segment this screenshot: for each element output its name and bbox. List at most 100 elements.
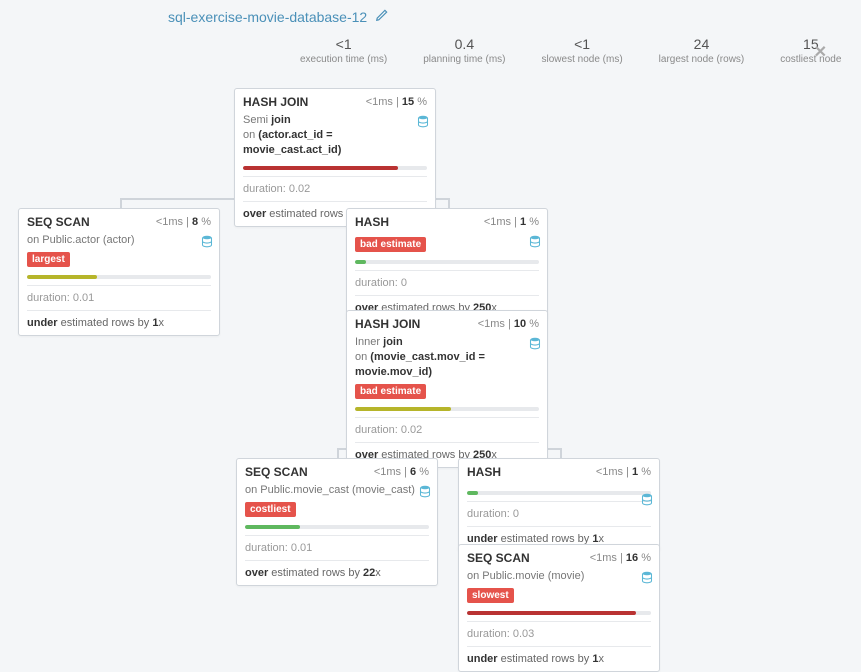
badge-slowest: slowest	[467, 588, 514, 603]
duration-line: duration: 0.02	[243, 183, 427, 195]
duration-bar	[467, 491, 651, 495]
close-icon[interactable]: ✕	[814, 42, 827, 62]
duration-line: duration: 0	[467, 508, 651, 520]
divider	[467, 526, 651, 527]
stat-costliest-node: 15 costliest node	[780, 36, 841, 65]
divider	[467, 646, 651, 647]
duration-bar-fill	[467, 491, 478, 495]
node-header: SEQ SCAN <1ms | 16 %	[459, 545, 659, 569]
duration-line: duration: 0.01	[27, 292, 211, 304]
node-body: Inner join on (movie_cast.mov_id = movie…	[347, 335, 547, 467]
duration-line: duration: 0.03	[467, 628, 651, 640]
badge-largest: largest	[27, 252, 70, 267]
node-title: SEQ SCAN	[245, 465, 308, 479]
node-stats: <1ms | 8 %	[156, 216, 211, 228]
database-icon[interactable]	[419, 485, 431, 499]
plan-node-hash[interactable]: HASH <1ms | 1 % duration: 0 under estima…	[458, 458, 660, 552]
duration-bar-fill	[355, 407, 451, 411]
node-title: SEQ SCAN	[27, 215, 90, 229]
stat-label: planning time (ms)	[423, 54, 505, 65]
divider	[245, 535, 429, 536]
stat-value: <1	[300, 36, 387, 52]
duration-bar	[27, 275, 211, 279]
duration-bar-fill	[243, 166, 398, 170]
node-detail: on (movie_cast.mov_id = movie.mov_id)	[355, 350, 539, 380]
badge-bad-estimate: bad estimate	[355, 237, 426, 252]
stat-slowest-node: <1 slowest node (ms)	[542, 36, 623, 65]
node-body: on Public.movie_cast (movie_cast) costli…	[237, 483, 437, 585]
plan-node-hash-join[interactable]: HASH JOIN <1ms | 10 % Inner join on (mov…	[346, 310, 548, 468]
duration-bar-fill	[245, 525, 300, 529]
node-header: HASH <1ms | 1 %	[459, 459, 659, 483]
node-detail: on (actor.act_id = movie_cast.act_id)	[243, 128, 427, 158]
stat-value: 0.4	[423, 36, 505, 52]
node-title: HASH	[467, 465, 501, 479]
node-stats: <1ms | 1 %	[596, 466, 651, 478]
node-header: HASH JOIN <1ms | 10 %	[347, 311, 547, 335]
divider	[27, 285, 211, 286]
stat-label: execution time (ms)	[300, 54, 387, 65]
node-body: on Public.actor (actor) largest duration…	[19, 233, 219, 335]
stat-label: slowest node (ms)	[542, 54, 623, 65]
node-detail: on Public.movie (movie)	[467, 569, 651, 584]
plan-node-hash[interactable]: HASH <1ms | 1 % bad estimate duration: 0…	[346, 208, 548, 321]
database-icon[interactable]	[641, 493, 653, 507]
plan-title-row: sql-exercise-movie-database-12	[168, 8, 389, 25]
node-stats: <1ms | 16 %	[590, 552, 651, 564]
database-icon[interactable]	[529, 235, 541, 249]
stat-planning-time: 0.4 planning time (ms)	[423, 36, 505, 65]
node-body: on Public.movie (movie) slowest duration…	[459, 569, 659, 671]
stat-value: 15	[780, 36, 841, 52]
database-icon[interactable]	[201, 235, 213, 249]
duration-line: duration: 0.01	[245, 542, 429, 554]
edit-icon[interactable]	[375, 8, 389, 25]
connector	[120, 198, 122, 208]
stat-label: largest node (rows)	[659, 54, 745, 65]
connector	[448, 198, 450, 208]
divider	[467, 501, 651, 502]
stat-execution-time: <1 execution time (ms)	[300, 36, 387, 65]
plan-node-seq-scan[interactable]: SEQ SCAN <1ms | 8 % on Public.actor (act…	[18, 208, 220, 336]
node-header: SEQ SCAN <1ms | 6 %	[237, 459, 437, 483]
database-icon[interactable]	[641, 571, 653, 585]
estimate-line: under estimated rows by 1x	[27, 317, 211, 329]
duration-bar	[355, 407, 539, 411]
connector	[560, 448, 562, 458]
node-header: SEQ SCAN <1ms | 8 %	[19, 209, 219, 233]
estimate-line: over estimated rows by 22x	[245, 567, 429, 579]
divider	[355, 295, 539, 296]
node-title: HASH JOIN	[243, 95, 308, 109]
node-body: duration: 0 under estimated rows by 1x	[459, 491, 659, 551]
node-body: bad estimate duration: 0 over estimated …	[347, 233, 547, 320]
node-stats: <1ms | 10 %	[478, 318, 539, 330]
node-detail: Semi join	[243, 113, 427, 128]
duration-bar-fill	[467, 611, 636, 615]
divider	[243, 201, 427, 202]
database-icon[interactable]	[529, 337, 541, 351]
node-stats: <1ms | 1 %	[484, 216, 539, 228]
plan-node-hash-join[interactable]: HASH JOIN <1ms | 15 % Semi join on (acto…	[234, 88, 436, 227]
duration-bar	[467, 611, 651, 615]
node-stats: <1ms | 6 %	[374, 466, 429, 478]
divider	[243, 176, 427, 177]
stat-value: 24	[659, 36, 745, 52]
stat-label: costliest node	[780, 54, 841, 65]
node-title: HASH JOIN	[355, 317, 420, 331]
duration-bar	[245, 525, 429, 529]
duration-bar	[243, 166, 427, 170]
duration-bar-fill	[27, 275, 97, 279]
plan-node-seq-scan[interactable]: SEQ SCAN <1ms | 6 % on Public.movie_cast…	[236, 458, 438, 586]
node-detail: Inner join	[355, 335, 539, 350]
node-header: HASH <1ms | 1 %	[347, 209, 547, 233]
node-header: HASH JOIN <1ms | 15 %	[235, 89, 435, 113]
stats-bar: <1 execution time (ms) 0.4 planning time…	[300, 36, 841, 65]
plan-title[interactable]: sql-exercise-movie-database-12	[168, 9, 367, 25]
node-title: HASH	[355, 215, 389, 229]
badge-bad-estimate: bad estimate	[355, 384, 426, 399]
connector	[337, 448, 339, 458]
divider	[27, 310, 211, 311]
node-title: SEQ SCAN	[467, 551, 530, 565]
divider	[355, 270, 539, 271]
database-icon[interactable]	[417, 115, 429, 129]
node-detail: on Public.movie_cast (movie_cast)	[245, 483, 429, 498]
